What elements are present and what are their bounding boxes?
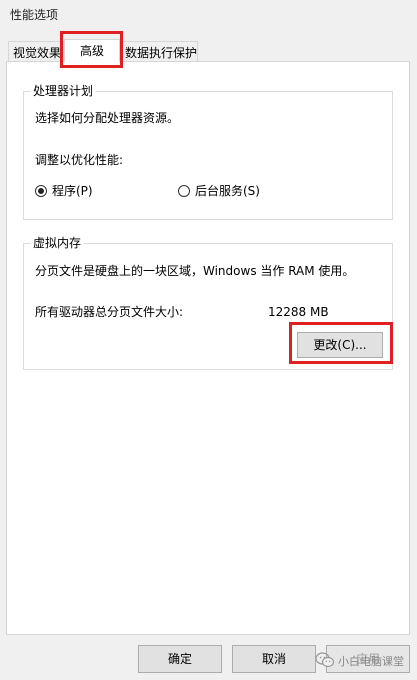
virtual-memory-group: 虚拟内存 分页文件是硬盘上的一块区域，Windows 当作 RAM 使用。 所有… [23,235,393,370]
cancel-button[interactable]: 取消 [232,645,316,673]
radio-background-services-indicator[interactable] [178,185,190,197]
tab-visual-effects[interactable]: 视觉效果 [8,41,64,63]
radio-background-services[interactable]: 后台服务(S) [178,183,278,199]
radio-programs-label[interactable]: 程序(P) [52,183,93,199]
tab-panel-advanced: 处理器计划 选择如何分配处理器资源。 调整以优化性能: 程序(P) 后台服务(S… [6,61,410,635]
radio-background-services-label[interactable]: 后台服务(S) [195,183,260,199]
change-virtual-memory-button[interactable]: 更改(C)... [297,332,383,358]
window-title: 性能选项 [10,8,59,22]
tab-data-execution-prevention[interactable]: 数据执行保护 [120,41,198,63]
tab-advanced[interactable]: 高级 [64,39,120,62]
total-paging-file-label: 所有驱动器总分页文件大小: [35,305,184,319]
total-paging-file-value: 12288 MB [268,305,329,319]
wechat-icon [315,651,338,671]
watermark-text: 小白电脑课堂 [338,655,404,668]
processor-scheduling-title: 处理器计划 [30,83,97,99]
optimize-performance-label: 调整以优化性能: [35,153,124,167]
processor-scheduling-group: 处理器计划 选择如何分配处理器资源。 调整以优化性能: 程序(P) 后台服务(S… [23,83,393,220]
processor-scheduling-description: 选择如何分配处理器资源。 [35,111,180,125]
ok-button[interactable]: 确定 [138,645,222,673]
virtual-memory-description: 分页文件是硬盘上的一块区域，Windows 当作 RAM 使用。 [35,264,355,278]
radio-programs-indicator[interactable] [35,185,47,197]
watermark: 小白电脑课堂 [315,650,415,672]
radio-programs[interactable]: 程序(P) [35,183,115,199]
virtual-memory-title: 虚拟内存 [30,235,85,251]
